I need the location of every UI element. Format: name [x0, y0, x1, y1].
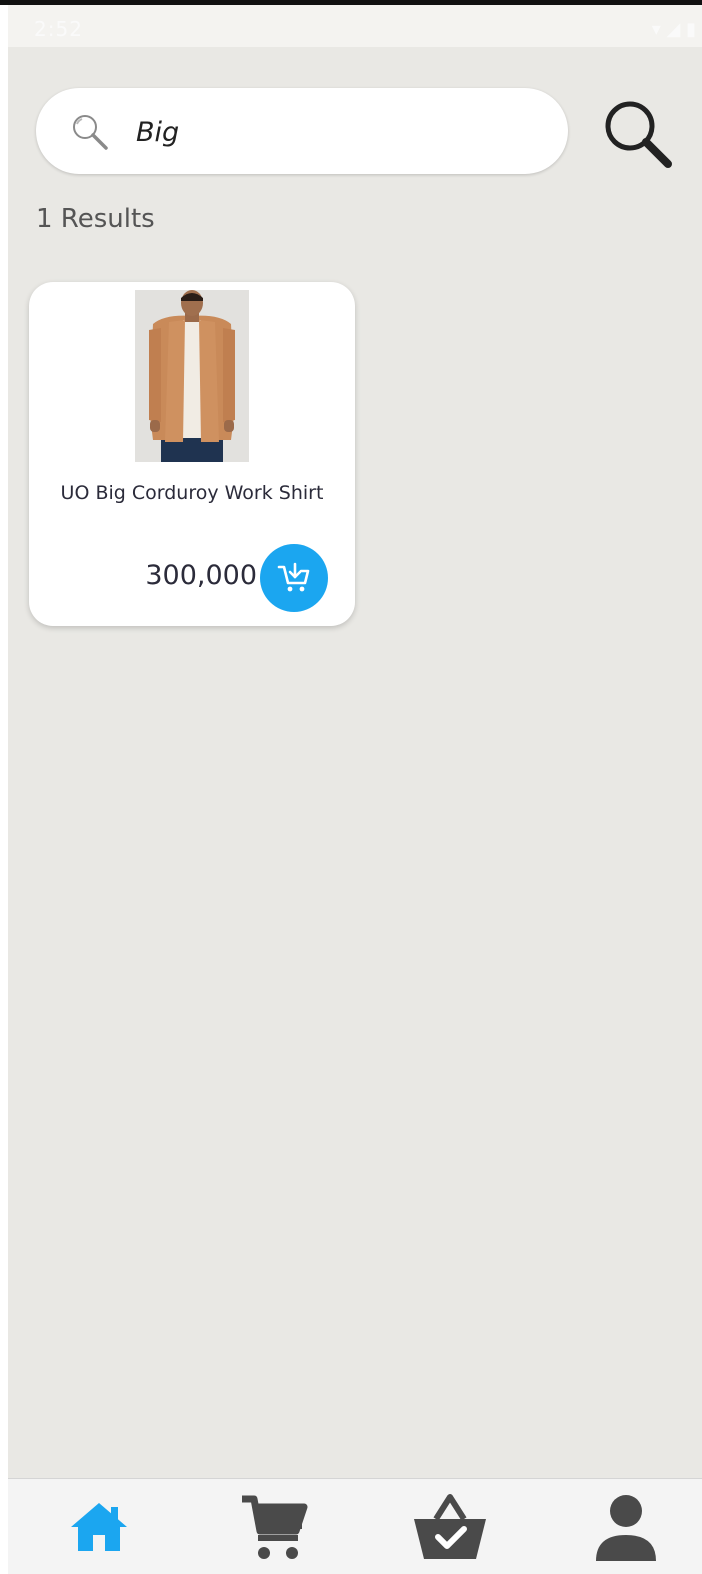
wifi-icon: ▾ — [651, 19, 661, 40]
product-image[interactable] — [135, 290, 249, 462]
signal-icon: ◢ — [666, 19, 681, 40]
home-icon — [71, 1503, 127, 1551]
add-to-cart-button[interactable] — [260, 544, 328, 612]
search-box[interactable] — [36, 88, 568, 174]
add-to-cart-icon — [277, 562, 310, 592]
cart-icon — [242, 1495, 308, 1559]
nav-profile[interactable] — [586, 1487, 666, 1567]
search-input[interactable] — [134, 106, 538, 158]
status-bar: 2:52 ▾ ◢ ▮ — [8, 5, 702, 47]
product-price: 300,000 — [145, 560, 257, 591]
results-count: 1 Results — [36, 204, 155, 234]
battery-icon: ▮ — [686, 19, 696, 40]
top-border — [0, 0, 702, 5]
status-icons: ▾ ◢ ▮ — [652, 19, 696, 40]
product-card[interactable]: UO Big Corduroy Work Shirt 300,000 — [29, 282, 355, 626]
status-time: 2:52 — [34, 17, 83, 41]
nav-home[interactable] — [59, 1487, 139, 1567]
product-photo — [135, 290, 249, 462]
nav-orders[interactable] — [410, 1487, 490, 1567]
profile-icon — [596, 1495, 656, 1561]
basket-check-icon — [414, 1494, 486, 1559]
bottom-nav — [8, 1478, 702, 1574]
search-submit-icon[interactable] — [598, 94, 678, 174]
nav-cart[interactable] — [234, 1487, 314, 1567]
product-name[interactable]: UO Big Corduroy Work Shirt — [29, 482, 355, 504]
app-screen: 2:52 ▾ ◢ ▮ 1 Results — [8, 0, 702, 1574]
search-icon — [73, 115, 108, 150]
